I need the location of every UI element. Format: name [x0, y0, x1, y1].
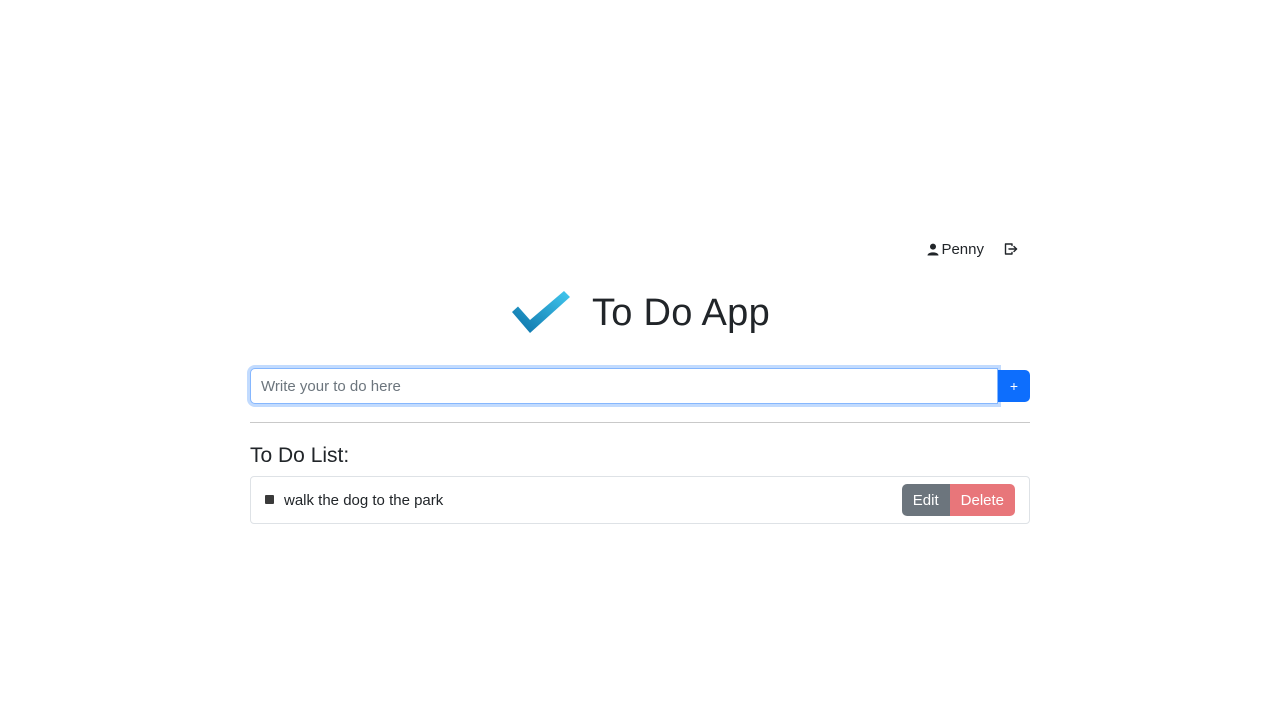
todo-text: walk the dog to the park	[284, 491, 444, 509]
user-profile-link[interactable]: Penny	[927, 241, 984, 258]
new-todo-form: +	[250, 368, 1030, 404]
todo-input[interactable]	[250, 368, 998, 404]
app-container: Penny To Do App Write your to do here + …	[250, 0, 1030, 708]
edit-button[interactable]: Edit	[901, 484, 950, 516]
person-icon	[927, 243, 939, 256]
list-item: walk the dog to the park Edit Delete	[250, 476, 1030, 524]
app-header: To Do App	[250, 288, 1030, 339]
app-title: To Do App	[591, 292, 771, 334]
checkmark-icon	[510, 288, 572, 339]
logout-icon	[1004, 242, 1018, 256]
user-bar: Penny	[927, 240, 1020, 258]
list-heading: To Do List:	[250, 444, 350, 467]
divider	[250, 422, 1030, 423]
logout-button[interactable]	[1002, 240, 1020, 258]
add-todo-button[interactable]: +	[998, 370, 1030, 402]
todo-list: walk the dog to the park Edit Delete	[250, 476, 1030, 524]
username-label: Penny	[941, 240, 984, 258]
delete-button[interactable]: Delete	[949, 484, 1015, 516]
item-actions: Edit Delete	[901, 484, 1015, 516]
todo-checkbox[interactable]	[265, 494, 274, 504]
